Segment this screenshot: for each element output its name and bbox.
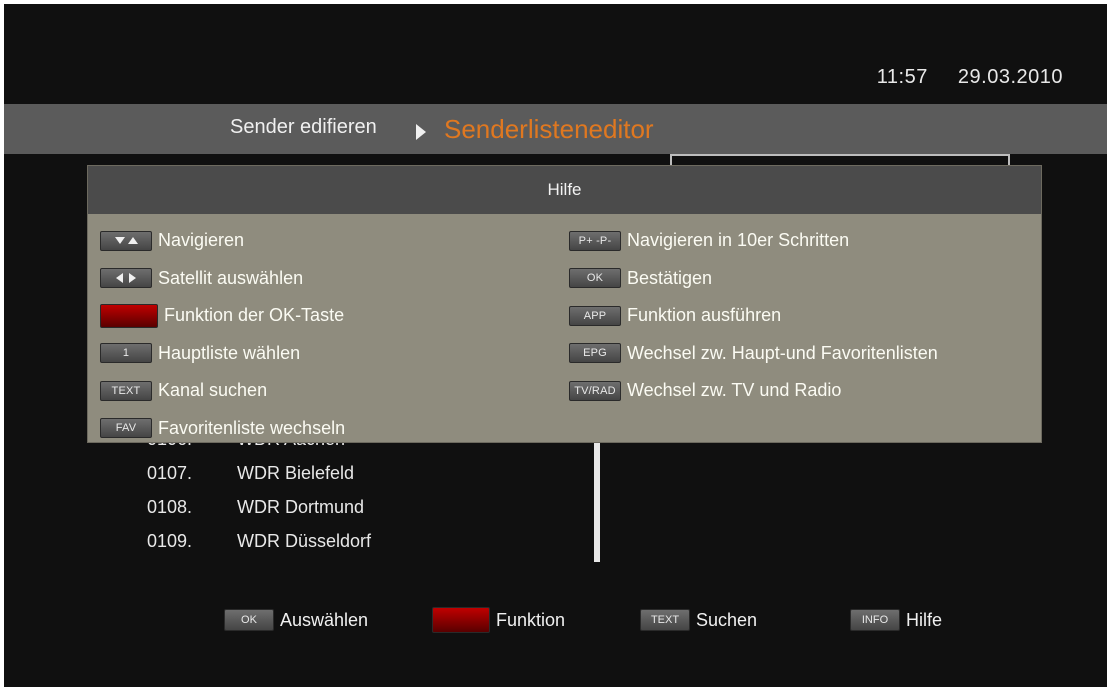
- key-badge: TV/RAD: [569, 380, 621, 401]
- help-row: OK Bestätigen: [569, 260, 938, 298]
- help-label: Hauptliste wählen: [158, 342, 301, 363]
- text-key-badge: TEXT: [640, 609, 690, 631]
- key-badge: P+ -P-: [569, 230, 621, 251]
- help-row: P+ -P- Navigieren in 10er Schritten: [569, 222, 938, 260]
- up-down-key-icon: [100, 230, 152, 251]
- breadcrumb-arrow-icon: [416, 124, 426, 140]
- help-row: APP Funktion ausführen: [569, 297, 938, 335]
- help-row: 1 Hauptliste wählen: [100, 335, 345, 373]
- help-label: Navigieren: [158, 230, 245, 251]
- help-label: Funktion der OK-Taste: [164, 305, 345, 326]
- date-label: 29.03.2010: [957, 66, 1063, 88]
- list-scrollbar[interactable]: [594, 434, 600, 562]
- help-column-left: Navigieren Satellit auswählen Funktion d…: [100, 222, 345, 447]
- page-title: Senderlisteneditor: [444, 114, 654, 144]
- channel-name: WDR Düsseldorf: [237, 531, 372, 551]
- help-row: TV/RAD Wechsel zw. TV und Radio: [569, 372, 938, 410]
- key-badge: FAV: [100, 418, 152, 439]
- help-row: Navigieren: [100, 222, 345, 260]
- legend-label: Hilfe: [906, 609, 943, 630]
- red-key-icon: [432, 607, 490, 633]
- key-badge: APP: [569, 305, 621, 326]
- legend-label: Funktion: [496, 609, 566, 630]
- help-title: Hilfe: [88, 166, 1041, 214]
- help-label: Funktion ausführen: [627, 305, 782, 326]
- channel-name: WDR Bielefeld: [237, 463, 355, 483]
- help-row: TEXT Kanal suchen: [100, 372, 345, 410]
- legend-info-help[interactable]: INFO Hilfe: [850, 604, 942, 636]
- tv-screen: 11:57 29.03.2010 Sender edifieren Sender…: [4, 4, 1107, 687]
- channel-number: 0108.: [147, 497, 193, 517]
- legend-red-function[interactable]: Funktion: [432, 604, 565, 636]
- ok-key-badge: OK: [224, 609, 274, 631]
- help-column-right: P+ -P- Navigieren in 10er Schritten OK B…: [569, 222, 938, 410]
- legend-text-search[interactable]: TEXT Suchen: [640, 604, 757, 636]
- red-key-icon: [100, 303, 158, 328]
- help-dialog: Hilfe Navigieren Satellit auswählen Funk…: [88, 166, 1041, 442]
- button-legend: OK Auswählen Funktion TEXT Suchen INFO H…: [4, 604, 1107, 636]
- info-key-badge: INFO: [850, 609, 900, 631]
- key-badge: 1: [100, 343, 152, 364]
- left-right-key-icon: [100, 268, 152, 289]
- clock: 11:57 29.03.2010: [853, 66, 1063, 89]
- help-label: Wechsel zw. TV und Radio: [627, 380, 842, 401]
- channel-name: WDR Dortmund: [237, 497, 365, 517]
- legend-label: Suchen: [696, 609, 758, 630]
- help-label: Favoritenliste wechseln: [158, 417, 346, 438]
- help-label: Satellit auswählen: [158, 267, 304, 288]
- key-badge: OK: [569, 268, 621, 289]
- key-badge: TEXT: [100, 380, 152, 401]
- help-row: FAV Favoritenliste wechseln: [100, 410, 345, 448]
- breadcrumb-parent[interactable]: Sender edifieren: [230, 116, 377, 139]
- time-label: 11:57: [876, 66, 928, 88]
- channel-number: 0107.: [147, 463, 193, 483]
- channel-number: 0109.: [147, 531, 193, 551]
- help-label: Kanal suchen: [158, 380, 268, 401]
- help-row: EPG Wechsel zw. Haupt-und Favoritenliste…: [569, 335, 938, 373]
- help-label: Bestätigen: [627, 267, 713, 288]
- key-badge: EPG: [569, 343, 621, 364]
- help-row: Funktion der OK-Taste: [100, 297, 345, 335]
- help-label: Wechsel zw. Haupt-und Favoritenlisten: [627, 342, 938, 363]
- help-row: Satellit auswählen: [100, 260, 345, 298]
- legend-ok-select[interactable]: OK Auswählen: [224, 604, 368, 636]
- legend-label: Auswählen: [280, 609, 369, 630]
- help-label: Navigieren in 10er Schritten: [627, 230, 850, 251]
